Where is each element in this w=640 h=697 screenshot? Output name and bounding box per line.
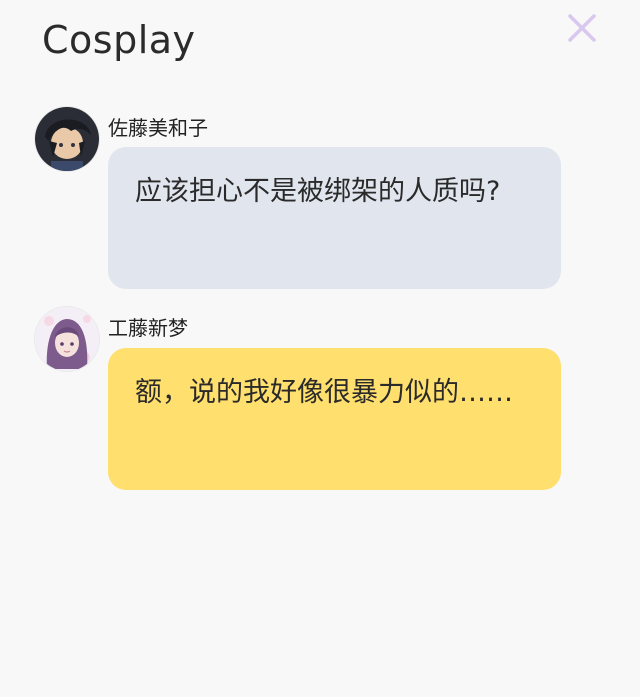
sender-name: 工藤新梦 (108, 316, 188, 340)
close-button[interactable] (566, 12, 598, 44)
avatar[interactable] (35, 107, 99, 171)
purple-haired-character-avatar-icon (35, 307, 99, 371)
message-text: 额，说的我好像很暴力似的…… (135, 377, 513, 408)
sender-name: 佐藤美和子 (108, 116, 208, 140)
avatar[interactable] (35, 307, 99, 371)
dark-haired-character-avatar-icon (35, 107, 99, 171)
message-bubble[interactable]: 应该担心不是被绑架的人质吗? (108, 147, 561, 289)
message-text: 应该担心不是被绑架的人质吗? (135, 176, 501, 207)
message-bubble[interactable]: 额，说的我好像很暴力似的…… (108, 348, 561, 490)
page-title: Cosplay (42, 18, 196, 62)
close-icon (568, 14, 596, 42)
